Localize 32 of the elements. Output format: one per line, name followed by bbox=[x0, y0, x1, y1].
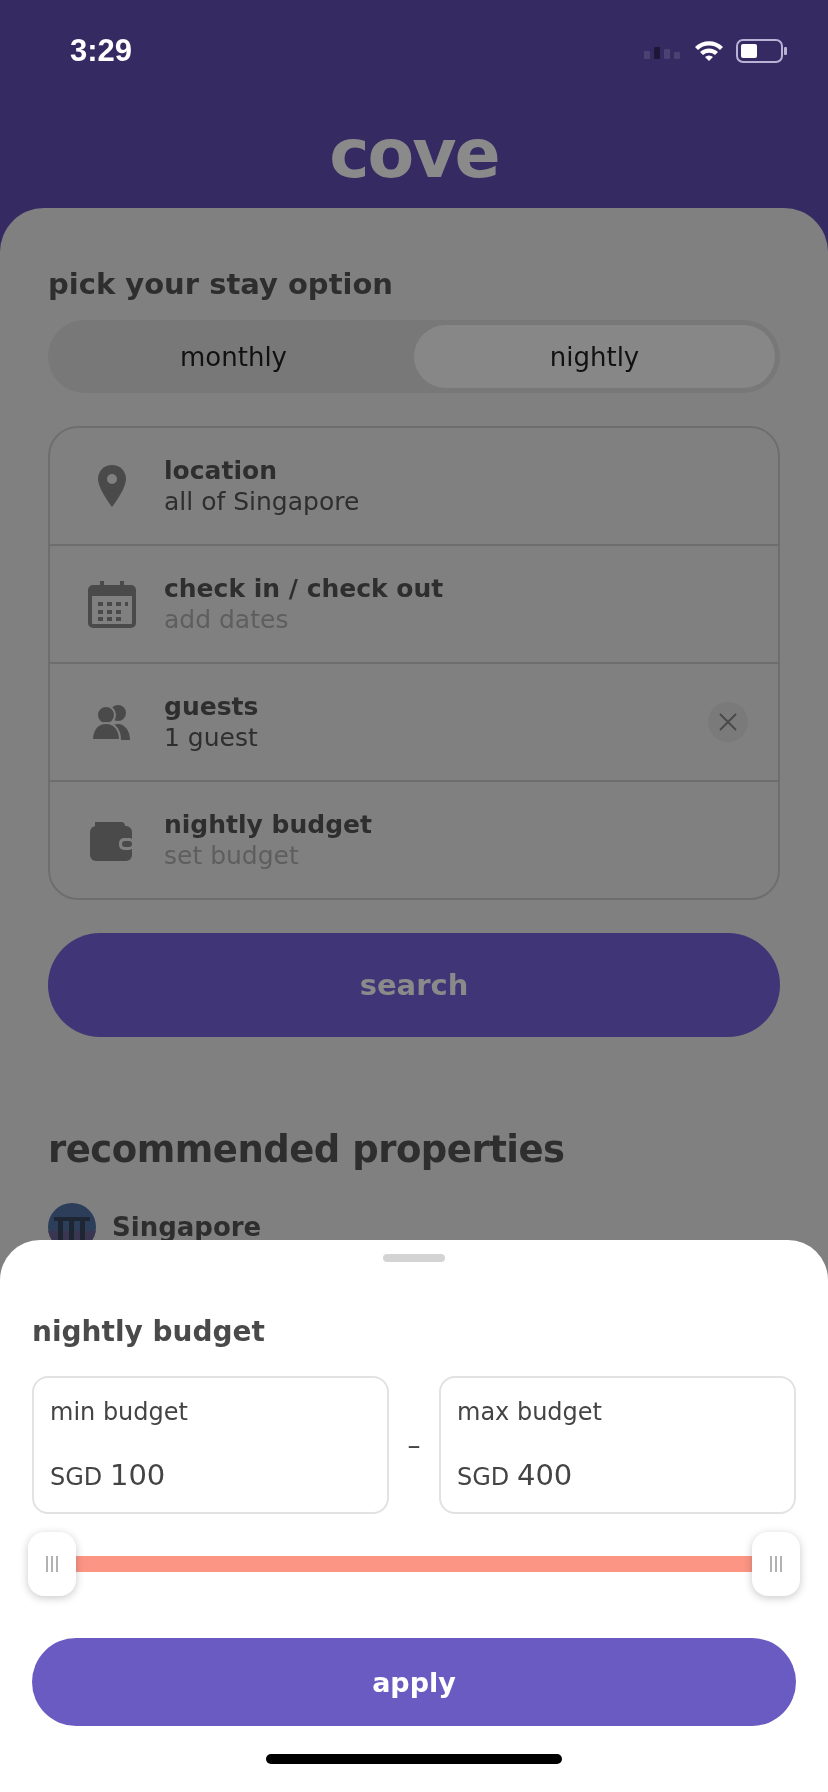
slider-handle[interactable] bbox=[28, 1532, 76, 1596]
location-pin-icon bbox=[97, 464, 127, 508]
wifi-icon bbox=[694, 40, 724, 62]
field-label: nightly budget bbox=[164, 810, 372, 839]
range-separator: – bbox=[406, 1430, 422, 1460]
stay-option-tab[interactable]: monthly bbox=[53, 325, 414, 388]
field-value[interactable]: all of Singapore bbox=[164, 487, 360, 516]
budget-input-field[interactable]: min budget SGD 100 bbox=[32, 1376, 389, 1514]
field-label: guests bbox=[164, 692, 259, 721]
place-name[interactable]: Singapore bbox=[112, 1212, 262, 1242]
battery-icon bbox=[736, 39, 788, 63]
sheet-title: nightly budget bbox=[32, 1314, 265, 1350]
apply-button[interactable]: apply bbox=[32, 1638, 796, 1726]
field-label: location bbox=[164, 456, 277, 485]
field-value[interactable]: 1 guest bbox=[164, 723, 258, 752]
search-button[interactable]: search bbox=[48, 933, 780, 1037]
sheet-handle[interactable] bbox=[383, 1254, 445, 1262]
field-label: check in / check out bbox=[164, 574, 444, 603]
stay-option-tab[interactable]: nightly bbox=[414, 325, 775, 388]
clear-button[interactable] bbox=[708, 702, 748, 742]
calendar-icon bbox=[88, 580, 136, 628]
close-icon bbox=[719, 713, 737, 731]
grip-icon bbox=[46, 1556, 58, 1572]
slider-handle[interactable] bbox=[752, 1532, 800, 1596]
range-slider-track[interactable] bbox=[28, 1532, 800, 1596]
people-icon bbox=[91, 703, 133, 741]
grip-icon bbox=[770, 1556, 782, 1572]
cove-logo: cove bbox=[329, 114, 499, 194]
status-time: 3:29 bbox=[70, 33, 133, 69]
section-heading: pick your stay option bbox=[48, 266, 393, 303]
budget-input-field[interactable]: max budget SGD 400 bbox=[439, 1376, 796, 1514]
section-heading: recommended properties bbox=[48, 1127, 565, 1173]
